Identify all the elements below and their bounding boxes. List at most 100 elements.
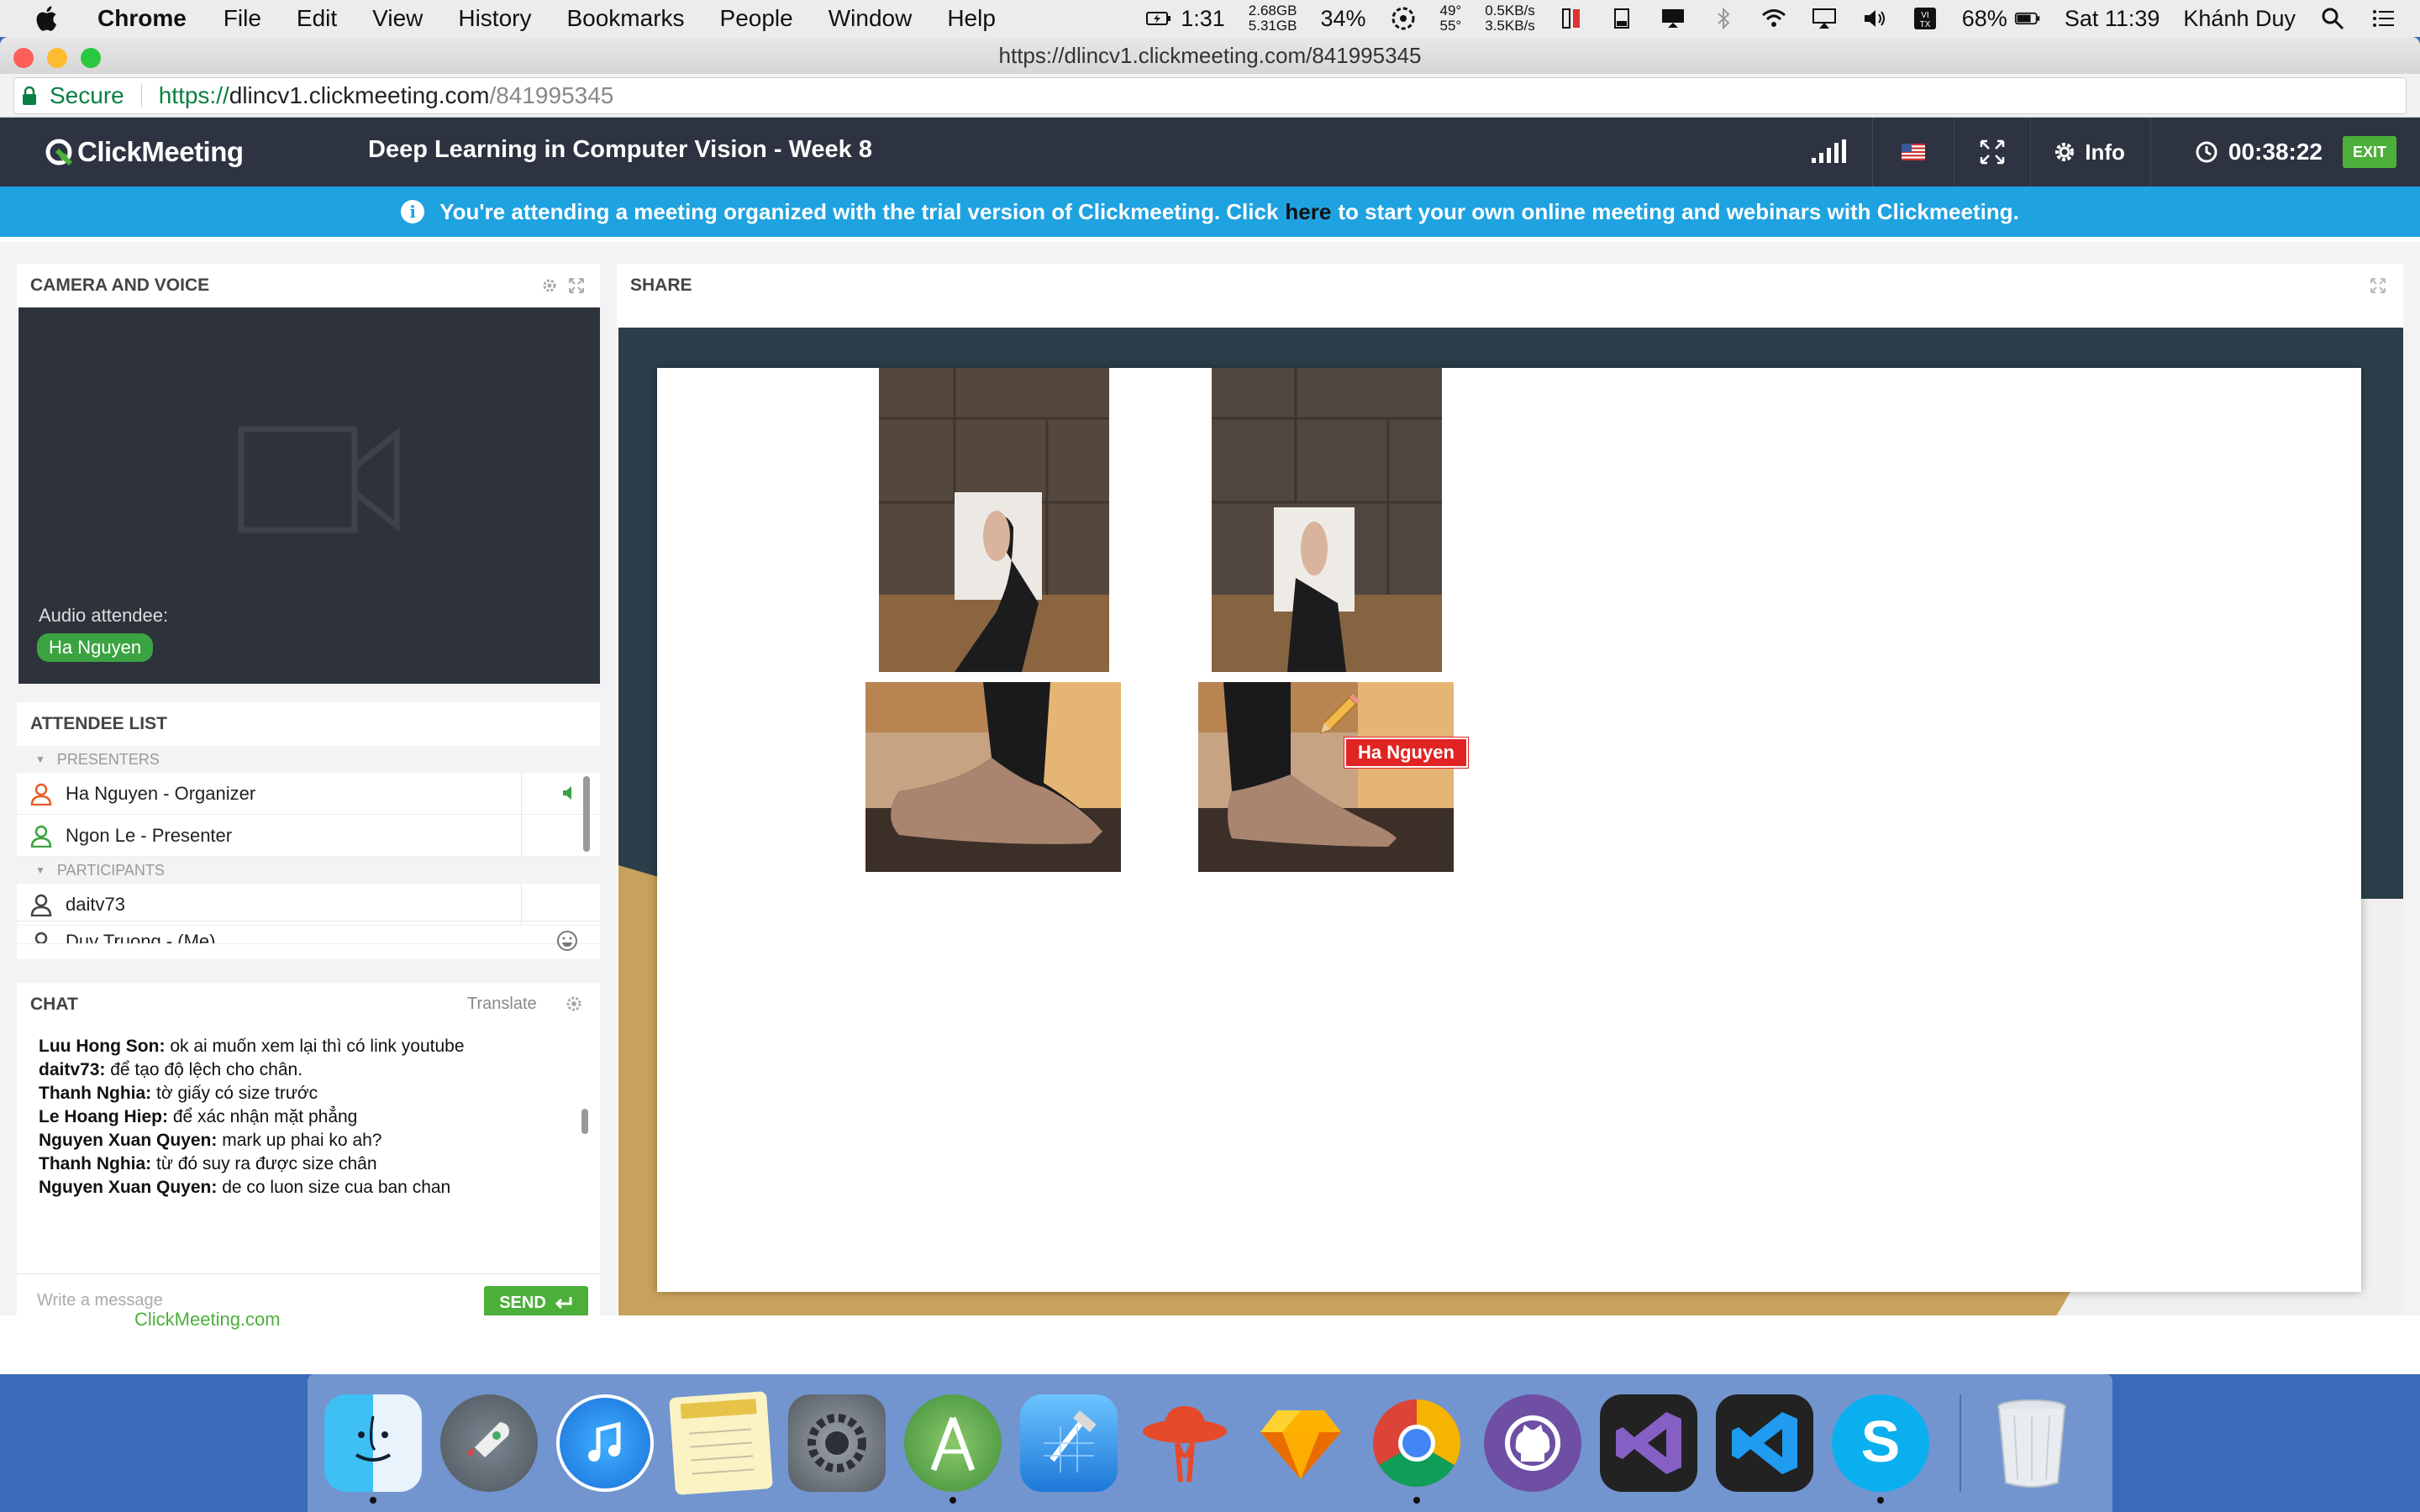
trial-banner: i You're attending a meeting organized w… bbox=[0, 186, 2420, 237]
participants-group-header[interactable]: ▼ PARTICIPANTS bbox=[17, 857, 600, 884]
app-red-hat-icon[interactable] bbox=[1136, 1394, 1234, 1492]
send-button[interactable]: SEND bbox=[484, 1286, 588, 1320]
spotlight-search-icon[interactable] bbox=[2319, 6, 2346, 31]
attendee-row[interactable]: Ha Nguyen - Organizer bbox=[17, 773, 600, 815]
chrome-icon[interactable] bbox=[1368, 1394, 1465, 1504]
battery-percent[interactable]: 68% bbox=[1962, 6, 2007, 32]
cpu-percent[interactable]: 34% bbox=[1320, 6, 1365, 32]
camera-expand-icon[interactable] bbox=[568, 277, 585, 294]
network-readout[interactable]: 0.5KB/s 3.5KB/s bbox=[1485, 3, 1535, 34]
system-preferences-icon[interactable] bbox=[788, 1394, 886, 1492]
disk-gauge-icon[interactable] bbox=[1559, 6, 1586, 31]
us-flag-icon bbox=[1902, 144, 1926, 160]
chat-message: Thanh Nghia: tờ giấy có size trước bbox=[39, 1082, 576, 1105]
clickmeeting-logo[interactable]: ClickMeeting bbox=[44, 136, 244, 168]
attendee-row[interactable]: daitv73 bbox=[17, 884, 600, 926]
attendee-panel-header: ATTENDEE LIST bbox=[17, 702, 600, 746]
chat-scrollbar[interactable] bbox=[581, 1109, 588, 1134]
translate-button[interactable]: Translate bbox=[467, 995, 537, 1014]
menu-app-chrome[interactable]: Chrome bbox=[97, 5, 187, 32]
battery-status-icon[interactable] bbox=[1145, 6, 1172, 31]
notes-icon[interactable] bbox=[669, 1391, 773, 1495]
launchpad-icon[interactable] bbox=[440, 1394, 538, 1492]
apple-icon[interactable] bbox=[34, 4, 62, 33]
emoji-icon[interactable] bbox=[556, 930, 578, 952]
notification-center-icon[interactable] bbox=[2370, 6, 2396, 31]
page-footer: ClickMeeting.com bbox=[0, 1309, 2420, 1337]
info-button[interactable]: Info bbox=[2030, 118, 2150, 186]
menu-view[interactable]: View bbox=[372, 5, 423, 32]
footer-brand-link[interactable]: ClickMeeting.com bbox=[134, 1309, 281, 1331]
cpu-gauge-icon[interactable] bbox=[1609, 6, 1636, 31]
menu-bookmarks[interactable]: Bookmarks bbox=[566, 5, 684, 32]
memory-free: 5.31GB bbox=[1248, 18, 1297, 34]
send-label: SEND bbox=[499, 1293, 546, 1312]
presenters-group-header[interactable]: ▼ PRESENTERS bbox=[17, 746, 600, 773]
address-bar[interactable]: Secure https://dlincv1.clickmeeting.com /… bbox=[13, 76, 2407, 114]
visual-studio-code-icon[interactable] bbox=[1716, 1394, 1813, 1492]
clock-icon bbox=[2196, 141, 2217, 163]
language-selector[interactable] bbox=[1872, 118, 1954, 186]
chat-sender: Thanh Nghia: bbox=[39, 1154, 152, 1173]
maximize-window-button[interactable] bbox=[81, 48, 101, 68]
memory-readout[interactable]: 2.68GB 5.31GB bbox=[1249, 3, 1297, 34]
menubar-clock[interactable]: Sat 11:39 bbox=[2065, 6, 2160, 32]
airplay-display-icon[interactable] bbox=[1660, 6, 1686, 31]
github-desktop-icon[interactable] bbox=[1484, 1394, 1581, 1492]
volume-icon[interactable] bbox=[1861, 6, 1888, 31]
shared-slide[interactable]: Ha Nguyen bbox=[618, 328, 2403, 1332]
presenter-pencil-icon bbox=[1319, 694, 1360, 734]
fan-icon[interactable] bbox=[1390, 6, 1417, 31]
attendee-name: Ha Nguyen - Organizer bbox=[66, 782, 256, 804]
banner-here-link[interactable]: here bbox=[1285, 199, 1331, 225]
chat-sender: Nguyen Xuan Quyen: bbox=[39, 1131, 218, 1150]
chat-text: để tạo độ lệch cho chân. bbox=[110, 1060, 303, 1079]
menu-edit[interactable]: Edit bbox=[297, 5, 337, 32]
share-expand-icon[interactable] bbox=[2370, 277, 2386, 294]
running-indicator bbox=[1413, 1497, 1420, 1504]
secure-label[interactable]: Secure bbox=[50, 82, 124, 109]
attendee-scrollbar[interactable] bbox=[583, 776, 590, 852]
fullscreen-toggle[interactable] bbox=[1954, 118, 2030, 186]
battery-icon[interactable] bbox=[2014, 6, 2041, 31]
xcode-icon[interactable] bbox=[1020, 1394, 1118, 1492]
trash-icon[interactable] bbox=[1983, 1394, 2081, 1492]
lock-icon[interactable] bbox=[21, 86, 38, 106]
input-source-icon[interactable]: VITX bbox=[1912, 6, 1939, 31]
sketch-icon[interactable] bbox=[1252, 1394, 1349, 1492]
bluetooth-icon[interactable] bbox=[1710, 6, 1737, 31]
fullscreen-icon bbox=[1981, 139, 2005, 165]
menubar-user[interactable]: Khánh Duy bbox=[2183, 6, 2296, 32]
visual-studio-icon[interactable] bbox=[1600, 1394, 1697, 1492]
android-studio-icon[interactable] bbox=[904, 1394, 1002, 1504]
minimize-window-button[interactable] bbox=[47, 48, 67, 68]
airplay-icon[interactable] bbox=[1811, 6, 1838, 31]
menu-people[interactable]: People bbox=[720, 5, 793, 32]
temperature-readout[interactable]: 49° 55° bbox=[1440, 3, 1462, 34]
url-host: dlincv1.clickmeeting.com bbox=[229, 81, 490, 108]
camera-settings-gear-icon[interactable] bbox=[541, 277, 558, 294]
chat-text: từ đó suy ra được size chân bbox=[156, 1154, 377, 1173]
menu-help[interactable]: Help bbox=[947, 5, 996, 32]
connection-quality[interactable] bbox=[1786, 118, 1872, 186]
window-titlebar[interactable]: https://dlincv1.clickmeeting.com/8419953… bbox=[0, 37, 2420, 74]
presenter-person-icon bbox=[30, 825, 52, 848]
attendee-row[interactable]: Ngon Le - Presenter bbox=[17, 815, 600, 857]
chat-message-input[interactable]: Write a message bbox=[37, 1291, 163, 1310]
address-divider bbox=[140, 83, 142, 108]
audio-attendee-badge[interactable]: Ha Nguyen bbox=[37, 633, 154, 662]
finder-icon[interactable] bbox=[324, 1394, 422, 1504]
exit-button[interactable]: EXIT bbox=[2343, 136, 2396, 168]
running-indicator bbox=[370, 1497, 376, 1504]
chat-message: Luu Hong Son: ok ai muốn xem lại thì có … bbox=[39, 1035, 576, 1058]
chat-text: de co luon size cua ban chan bbox=[222, 1178, 451, 1197]
close-window-button[interactable] bbox=[13, 48, 34, 68]
info-label: Info bbox=[2085, 139, 2125, 165]
menu-history[interactable]: History bbox=[458, 5, 531, 32]
wifi-icon[interactable] bbox=[1760, 6, 1787, 31]
skype-icon[interactable]: S bbox=[1832, 1394, 1929, 1504]
chat-settings-gear-icon[interactable] bbox=[565, 995, 583, 1013]
menu-window[interactable]: Window bbox=[829, 5, 913, 32]
itunes-icon[interactable] bbox=[556, 1394, 654, 1492]
menu-file[interactable]: File bbox=[224, 5, 261, 32]
